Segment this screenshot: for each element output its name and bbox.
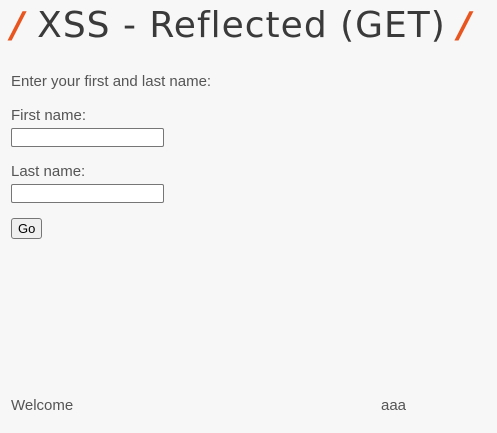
form-instructions: Enter your first and last name: xyxy=(11,73,212,90)
title-slash-left: / xyxy=(11,5,26,46)
go-button[interactable]: Go xyxy=(11,218,43,239)
last-name-label: Last name: xyxy=(11,163,86,180)
title-slash-right: / xyxy=(457,5,472,46)
page-title: / XSS - Reflected (GET) / xyxy=(11,4,472,48)
welcome-label: Welcome xyxy=(11,397,74,414)
first-name-input[interactable] xyxy=(11,128,164,147)
page-title-text: XSS - Reflected (GET) xyxy=(37,5,446,46)
last-name-input[interactable] xyxy=(11,184,164,203)
welcome-name-value: aaa xyxy=(381,397,407,414)
first-name-label: First name: xyxy=(11,107,87,124)
